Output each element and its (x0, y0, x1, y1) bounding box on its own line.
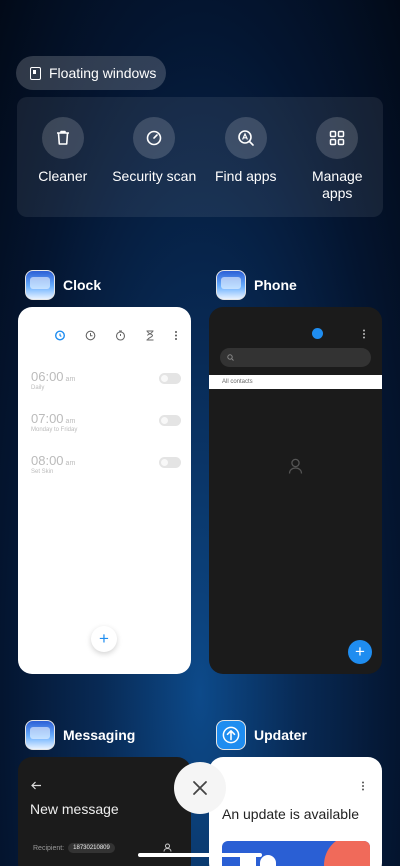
clock-app-icon (25, 270, 55, 300)
alarm-item[interactable]: 08:00 am Set Skin (31, 453, 181, 475)
phone-app-icon (216, 270, 246, 300)
alarm-icon[interactable] (54, 329, 66, 341)
security-scan-label: Security scan (112, 168, 197, 184)
search-icon (227, 354, 234, 361)
find-apps-button[interactable]: Find apps (203, 117, 289, 217)
updater-app-card[interactable]: An update is available (209, 757, 382, 866)
messaging-app-icon (25, 720, 55, 750)
person-icon (288, 458, 303, 474)
messaging-app-card[interactable]: New message Recipient: 18730210809 (18, 757, 191, 866)
trash-icon (41, 117, 84, 159)
tab-all-contacts[interactable]: All contacts (209, 375, 382, 389)
updater-app-name: Updater (254, 727, 307, 743)
alarm-toggle[interactable] (159, 457, 181, 468)
new-message-title: New message (30, 801, 119, 817)
clock-tabs (54, 329, 178, 341)
home-indicator[interactable] (138, 853, 262, 857)
add-alarm-label: + (99, 629, 109, 648)
profile-icon[interactable] (312, 328, 323, 339)
alarm-repeat: Daily (31, 385, 45, 391)
contacts-search-input[interactable] (220, 348, 371, 367)
alarm-time: 07:00 (31, 411, 64, 426)
quick-actions-panel: Cleaner Security scan Find apps Manage a… (17, 97, 383, 217)
close-icon (193, 781, 207, 795)
phone-app-card[interactable]: All contacts + (209, 307, 382, 674)
add-contact-button[interactable]: + (348, 640, 372, 664)
manage-apps-label: Manage apps (311, 168, 363, 201)
clock-app-header[interactable]: Clock (25, 270, 101, 300)
alarm-ampm: am (65, 460, 76, 467)
alarm-time: 06:00 (31, 369, 64, 384)
alarm-item[interactable]: 07:00 am Monday to Friday (31, 411, 181, 433)
updater-app-header[interactable]: Updater (216, 720, 307, 750)
clear-all-button[interactable] (174, 762, 226, 814)
alarm-item[interactable]: 06:00 am Daily (31, 369, 181, 391)
phone-app-header[interactable]: Phone (216, 270, 297, 300)
tab-all-contacts-label: All contacts (222, 379, 253, 385)
messaging-app-name: Messaging (63, 727, 136, 743)
more-icon[interactable] (174, 330, 178, 341)
clock-app-name: Clock (63, 277, 102, 293)
alarm-toggle[interactable] (159, 415, 181, 426)
clock-app-card[interactable]: 06:00 am Daily 07:00 am Monday to Friday 0… (18, 307, 191, 674)
updater-app-icon (216, 720, 246, 750)
alarm-ampm: am (65, 418, 76, 425)
alarm-time: 08:00 (31, 453, 64, 468)
timer-icon[interactable] (145, 330, 155, 341)
recipient-label: Recipient: (33, 844, 65, 852)
stopwatch-icon[interactable] (115, 330, 126, 341)
cleaner-label: Cleaner (38, 168, 88, 184)
back-arrow-icon[interactable] (31, 781, 42, 790)
find-apps-label: Find apps (215, 168, 277, 184)
security-scan-icon (133, 117, 176, 159)
floating-windows-button[interactable]: Floating windows (16, 56, 166, 90)
alarm-toggle[interactable] (159, 373, 181, 384)
grid-icon (316, 117, 359, 159)
contact-picker-icon[interactable] (163, 843, 172, 852)
messaging-app-header[interactable]: Messaging (25, 720, 135, 750)
alarm-repeat: Monday to Friday (31, 427, 78, 433)
phone-app-name: Phone (254, 277, 297, 293)
recipient-chip[interactable]: 18730210809 (68, 843, 115, 853)
floating-windows-label: Floating windows (49, 65, 157, 81)
security-scan-button[interactable]: Security scan (111, 117, 197, 217)
alarm-repeat: Set Skin (31, 469, 54, 475)
recipient-row[interactable]: Recipient: 18730210809 (33, 843, 115, 853)
floating-window-icon (30, 66, 41, 80)
add-contact-label: + (355, 642, 365, 661)
alarm-ampm: am (65, 376, 76, 383)
more-icon[interactable] (362, 329, 366, 339)
world-clock-icon[interactable] (85, 330, 96, 341)
find-apps-icon (224, 117, 267, 159)
manage-apps-button[interactable]: Manage apps (294, 117, 380, 217)
update-heading: An update is available (222, 806, 359, 822)
cleaner-button[interactable]: Cleaner (20, 117, 106, 217)
add-alarm-button[interactable]: + (91, 626, 117, 652)
more-icon[interactable] (361, 781, 365, 791)
